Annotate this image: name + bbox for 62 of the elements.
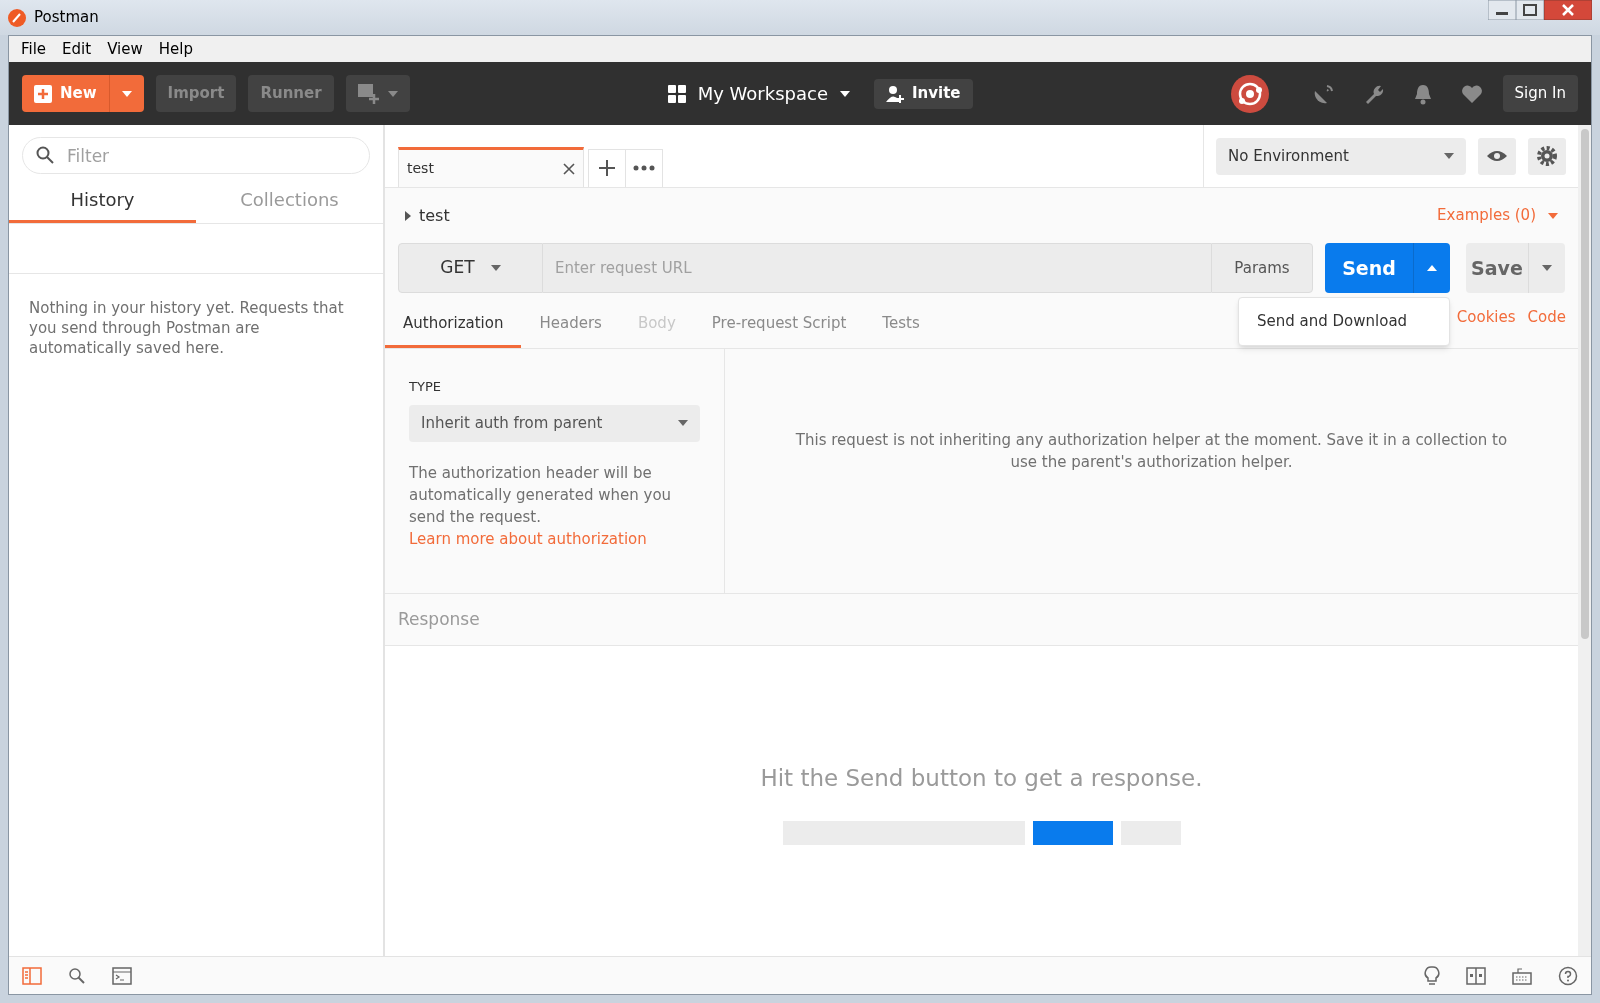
menu-item[interactable]: File (13, 37, 55, 61)
caret-icon (839, 90, 850, 97)
sidebar-tab[interactable]: History (9, 178, 196, 223)
caret-right-icon (405, 210, 411, 221)
empty-history-message: Nothing in your history yet. Requests that you send through Postman are automatically saved here. (28, 298, 345, 358)
request-subtab[interactable]: Headers (521, 302, 620, 348)
caret-icon (1444, 153, 1454, 159)
sync-status-icon[interactable] (1230, 74, 1269, 113)
filter-field[interactable]: Filter (22, 137, 370, 174)
invite-button[interactable]: Invite (873, 78, 973, 109)
heart-icon[interactable] (1460, 83, 1483, 104)
workspace-selector[interactable]: My Workspace (667, 80, 850, 107)
window-plus-icon (357, 83, 380, 104)
lightbulb-icon[interactable] (1424, 965, 1440, 986)
search-icon[interactable] (68, 966, 86, 985)
environment-dropdown[interactable]: No Environment (1216, 137, 1466, 175)
type-label: TYPE (409, 378, 442, 396)
grid-icon (667, 84, 686, 103)
minimize-icon[interactable] (1488, 0, 1516, 20)
keyboard-icon[interactable] (1512, 966, 1532, 985)
params-button[interactable]: Params (1211, 243, 1313, 293)
scrollbar-thumb[interactable] (1580, 129, 1589, 639)
url-field[interactable]: Enter request URL (543, 243, 1211, 293)
method-dropdown[interactable]: GET (398, 243, 543, 293)
auth-message: This request is not inheriting any authorization helper at the moment. Save it in a collection to use the parent's authorization helper. (794, 430, 1509, 473)
workspace-name: My Workspace (697, 82, 828, 106)
request-tab[interactable]: test (398, 147, 584, 187)
caret-icon[interactable] (121, 90, 132, 97)
add-user-icon (885, 84, 904, 103)
close-icon[interactable] (1544, 0, 1592, 20)
sidebar-toggle-icon[interactable] (22, 966, 42, 985)
eye-icon[interactable] (1478, 137, 1516, 175)
response-hint: Hit the Send button to get a response. (760, 764, 1203, 793)
request-name[interactable]: test (405, 203, 450, 228)
auth-type-dropdown[interactable]: Inherit auth from parent (409, 404, 700, 442)
caret-icon (678, 420, 688, 426)
close-icon[interactable] (563, 162, 575, 175)
settings-icon[interactable] (1528, 137, 1566, 175)
caret-icon (387, 90, 398, 97)
help-icon[interactable] (1558, 965, 1578, 986)
sign-in-button[interactable]: Sign In (1502, 75, 1578, 112)
caret-icon (1548, 212, 1558, 219)
caret-up-icon[interactable] (1427, 265, 1437, 271)
auth-description: The authorization header will be automatically generated when you send the request. Learn more about authorization (409, 462, 673, 550)
two-pane-icon[interactable] (1466, 966, 1486, 985)
app-logo-icon (8, 8, 26, 27)
request-subtab[interactable]: Tests (864, 302, 938, 348)
maximize-icon[interactable] (1516, 0, 1544, 20)
satellite-dish-icon[interactable] (1312, 82, 1335, 105)
caret-icon (490, 265, 501, 271)
new-label: New (60, 83, 97, 105)
bell-icon[interactable] (1412, 82, 1433, 105)
console-icon[interactable] (112, 966, 132, 985)
window-title: Postman (34, 7, 99, 29)
menu-item[interactable]: Edit (54, 37, 100, 61)
request-subtab[interactable]: Authorization (385, 302, 522, 348)
new-window-button[interactable] (345, 75, 410, 112)
menu-item[interactable]: Help (150, 37, 201, 61)
request-subtab[interactable]: Pre-request Script (693, 302, 865, 348)
plus-icon (34, 84, 52, 103)
menu-item[interactable]: View (99, 37, 151, 61)
caret-icon[interactable] (1542, 265, 1552, 271)
